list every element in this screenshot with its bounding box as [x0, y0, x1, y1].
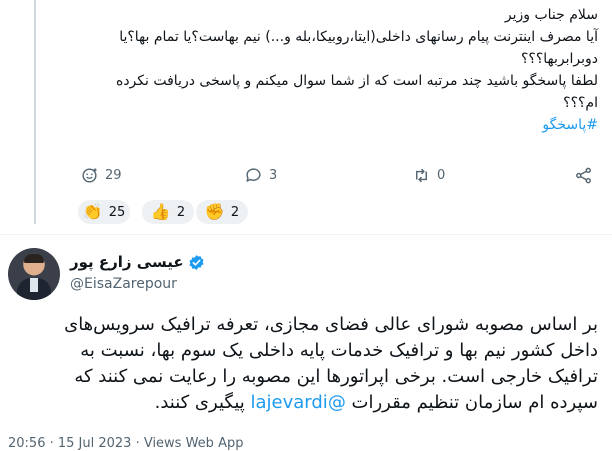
- reply-line: سلام جناب وزیر: [504, 7, 598, 23]
- reply-tweet-text: سلام جناب وزیر آیا مصرف اینترنت پیام رسا…: [58, 4, 598, 136]
- reaction-raised-fist[interactable]: ✊ 2: [196, 200, 248, 224]
- share-button[interactable]: [574, 162, 593, 188]
- tweet-line: داخل کشور نیم بها و ترافیک خدمات پایه دا…: [80, 340, 598, 361]
- author-handle[interactable]: @EisaZarepour: [70, 276, 177, 292]
- thread-connector-line: [34, 0, 36, 224]
- views-count: 29: [105, 167, 122, 183]
- reply-line: لطفا پاسخگو باشید چند مرتبه است که از شم…: [115, 73, 598, 89]
- views-button[interactable]: 29: [80, 162, 122, 188]
- hashtag-link[interactable]: #پاسخگو: [58, 114, 598, 136]
- reaction-count: 2: [230, 204, 240, 220]
- author-name: عیسی زارع پور: [70, 253, 184, 271]
- tweet-line: بر اساس مصوبه شورای عالی فضای مجازی، تعر…: [64, 314, 598, 335]
- retweet-count: 0: [437, 167, 446, 183]
- reply-line: دوبرابربها؟؟؟: [520, 51, 598, 67]
- reply-line: ام؟؟؟: [563, 95, 598, 111]
- reaction-thumbs-up[interactable]: 👍 2: [142, 200, 194, 224]
- author-name-row[interactable]: عیسی زارع پور: [70, 253, 205, 271]
- mention-link[interactable]: @lajevardi: [251, 392, 346, 413]
- reply-action-bar: 29 3 0: [76, 162, 596, 188]
- tweet-line: ترافیک خارجی است. برخی اپراتورها این مصو…: [74, 366, 598, 387]
- reaction-clap[interactable]: 👏 25: [78, 200, 130, 224]
- reply-bubble-icon: [246, 167, 261, 182]
- verified-badge-icon: [189, 254, 204, 270]
- avatar-shirt: [30, 278, 38, 292]
- avatar-hair: [24, 254, 44, 263]
- tweet-meta: 20:56 · 15 Jul 2023 · Views Web App: [8, 436, 244, 451]
- reply-count: 3: [269, 167, 278, 183]
- clap-icon: 👏: [82, 202, 103, 221]
- thumbs-up-icon: 👍: [150, 202, 171, 221]
- reply-button[interactable]: 3: [244, 162, 277, 188]
- reaction-count: 2: [176, 204, 186, 220]
- views-emoji-icon: [82, 167, 97, 183]
- avatar[interactable]: [8, 248, 60, 300]
- tweet-line-last: سپرده ام سازمان تنظیم مقررات @lajevardi …: [18, 390, 598, 416]
- retweet-button[interactable]: 0: [412, 162, 445, 188]
- reaction-count: 25: [108, 204, 126, 220]
- retweet-icon: [416, 168, 427, 182]
- tweet-body: بر اساس مصوبه شورای عالی فضای مجازی، تعر…: [18, 312, 598, 416]
- raised-fist-icon: ✊: [204, 202, 225, 221]
- reply-line: آیا مصرف اینترنت پیام رسانهای داخلی(ایتا…: [119, 29, 598, 45]
- tweet-text-segment: پیگیری کنند.: [154, 392, 251, 413]
- share-icon: [576, 167, 591, 183]
- tweet-divider: [0, 234, 612, 235]
- tweet-text-segment: سپرده ام سازمان تنظیم مقررات: [345, 392, 598, 413]
